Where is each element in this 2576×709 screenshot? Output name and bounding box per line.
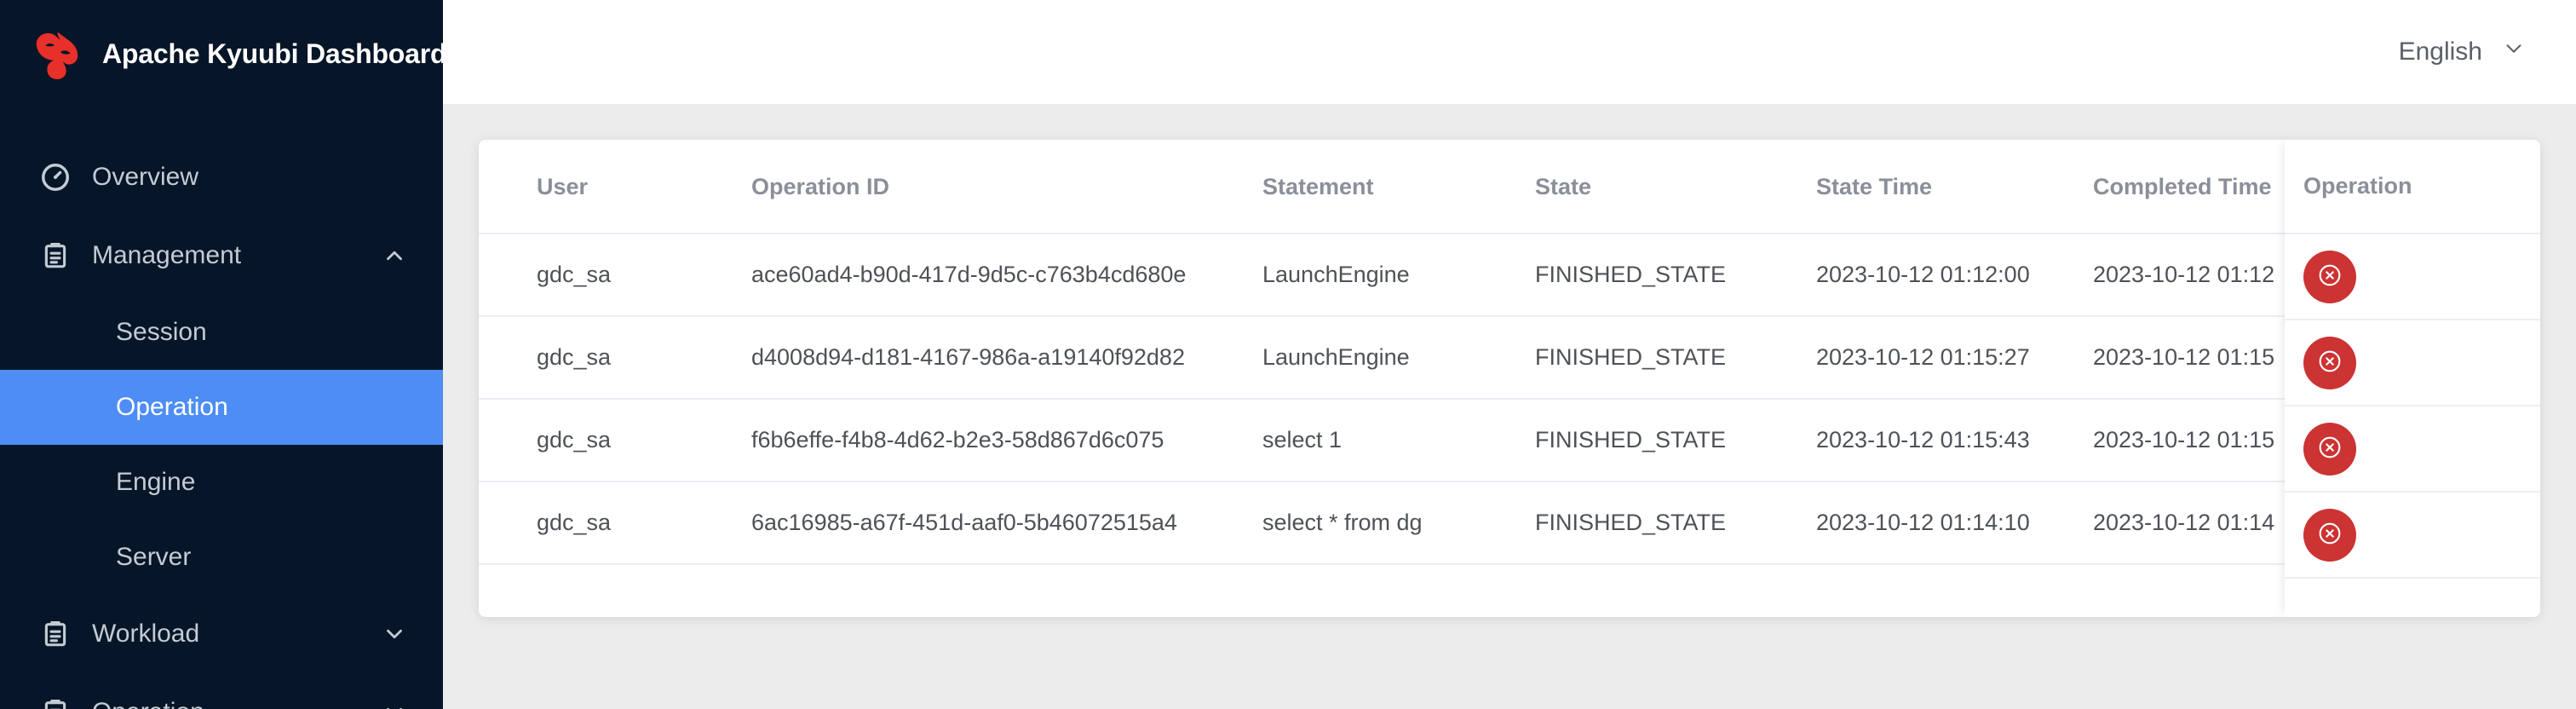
table-body: gdc_sa ace60ad4-b90d-417d-9d5c-c763b4cd6… <box>479 233 2540 565</box>
sidebar-item-label: Operation <box>92 698 382 709</box>
table-row[interactable]: gdc_sa d4008d94-d181-4167-986a-a19140f92… <box>479 316 2540 400</box>
operation-table: User Operation ID Statement State State … <box>479 140 2540 565</box>
cell-state: FINISHED_STATE <box>1535 316 1816 400</box>
circle-close-icon <box>2315 347 2344 378</box>
operation-cell <box>2285 234 2540 320</box>
table-row[interactable]: gdc_sa ace60ad4-b90d-417d-9d5c-c763b4cd6… <box>479 233 2540 317</box>
circle-close-icon <box>2315 519 2344 550</box>
sidebar-item-label: Session <box>116 318 207 346</box>
sidebar-item-label: Engine <box>116 468 196 496</box>
cell-state-time: 2023-10-12 01:14:10 <box>1816 481 2093 565</box>
sidebar-item-label: Operation <box>116 393 228 421</box>
column-header-operation[interactable]: Operation <box>2285 140 2540 234</box>
cancel-operation-button[interactable] <box>2303 336 2356 389</box>
sidebar-item-workload[interactable]: Workload <box>0 595 443 673</box>
content-area: User Operation ID Statement State State … <box>443 104 2576 709</box>
app-root: Apache Kyuubi Dashboard Overview Managem… <box>0 0 2576 709</box>
operation-table-card: User Operation ID Statement State State … <box>479 140 2540 617</box>
column-header-operation-id[interactable]: Operation ID <box>751 140 1262 234</box>
cell-user: gdc_sa <box>479 399 751 482</box>
sidebar-item-server[interactable]: Server <box>0 520 443 595</box>
cell-statement: select 1 <box>1262 399 1535 482</box>
sidebar-item-label: Server <box>116 543 192 571</box>
cell-state: FINISHED_STATE <box>1535 481 1816 565</box>
chevron-down-icon[interactable] <box>382 621 407 647</box>
cell-state: FINISHED_STATE <box>1535 233 1816 317</box>
sidebar-item-management[interactable]: Management <box>0 216 443 295</box>
cell-user: gdc_sa <box>479 233 751 317</box>
clipboard-icon <box>39 239 72 272</box>
sidebar-item-operation[interactable]: Operation <box>0 370 443 445</box>
table-head: User Operation ID Statement State State … <box>479 140 2540 234</box>
cancel-operation-button[interactable] <box>2303 508 2356 562</box>
operation-cell <box>2285 406 2540 493</box>
cell-state-time: 2023-10-12 01:15:43 <box>1816 399 2093 482</box>
column-header-state[interactable]: State <box>1535 140 1816 234</box>
table-row[interactable]: gdc_sa f6b6effe-f4b8-4d62-b2e3-58d867d6c… <box>479 399 2540 482</box>
column-header-statement[interactable]: Statement <box>1262 140 1535 234</box>
cell-state: FINISHED_STATE <box>1535 399 1816 482</box>
sidebar-item-session[interactable]: Session <box>0 295 443 370</box>
sidebar-item-operation-group[interactable]: Operation <box>0 673 443 709</box>
language-label: English <box>2398 37 2482 66</box>
table-row[interactable]: gdc_sa 6ac16985-a67f-451d-aaf0-5b4607251… <box>479 481 2540 565</box>
chevron-down-icon[interactable] <box>382 700 407 709</box>
sidebar-item-label: Management <box>92 241 242 269</box>
brand: Apache Kyuubi Dashboard <box>0 0 443 107</box>
chevron-up-icon[interactable] <box>382 243 407 268</box>
column-header-user[interactable]: User <box>479 140 751 234</box>
cell-operation-id: f6b6effe-f4b8-4d62-b2e3-58d867d6c075 <box>751 399 1262 482</box>
gauge-icon <box>39 161 72 193</box>
sidebar-item-label: Overview <box>92 163 199 191</box>
operation-cell <box>2285 493 2540 579</box>
cell-state-time: 2023-10-12 01:15:27 <box>1816 316 2093 400</box>
table-header-row: User Operation ID Statement State State … <box>479 140 2540 234</box>
chevron-down-icon <box>2501 36 2527 68</box>
brand-title: Apache Kyuubi Dashboard <box>102 37 443 69</box>
circle-close-icon <box>2315 261 2344 292</box>
kyuubi-fox-logo-icon <box>31 27 83 80</box>
circle-close-icon <box>2315 433 2344 464</box>
sticky-operation-column: Operation <box>2285 140 2540 617</box>
cancel-operation-button[interactable] <box>2303 250 2356 303</box>
topbar: English <box>443 0 2576 104</box>
cell-statement: LaunchEngine <box>1262 233 1535 317</box>
cell-state-time: 2023-10-12 01:12:00 <box>1816 233 2093 317</box>
operation-cell <box>2285 320 2540 406</box>
cell-operation-id: ace60ad4-b90d-417d-9d5c-c763b4cd680e <box>751 233 1262 317</box>
sidebar-nav: Overview Management Session Operation En… <box>0 107 443 709</box>
cell-operation-id: 6ac16985-a67f-451d-aaf0-5b46072515a4 <box>751 481 1262 565</box>
table-scroll-region[interactable]: User Operation ID Statement State State … <box>479 140 2540 617</box>
cancel-operation-button[interactable] <box>2303 422 2356 476</box>
cell-statement: select * from dg <box>1262 481 1535 565</box>
sidebar-item-overview[interactable]: Overview <box>0 138 443 216</box>
language-selector[interactable]: English <box>2399 36 2527 68</box>
sidebar-item-engine[interactable]: Engine <box>0 445 443 520</box>
clipboard-icon <box>39 618 72 650</box>
sidebar-item-label: Workload <box>92 620 200 648</box>
cell-user: gdc_sa <box>479 481 751 565</box>
cell-operation-id: d4008d94-d181-4167-986a-a19140f92d82 <box>751 316 1262 400</box>
cell-user: gdc_sa <box>479 316 751 400</box>
sidebar: Apache Kyuubi Dashboard Overview Managem… <box>0 0 443 709</box>
cell-statement: LaunchEngine <box>1262 316 1535 400</box>
column-header-state-time[interactable]: State Time <box>1816 140 2093 234</box>
main-area: English User Operation ID Statement Stat… <box>443 0 2576 709</box>
clipboard-icon <box>39 696 72 709</box>
